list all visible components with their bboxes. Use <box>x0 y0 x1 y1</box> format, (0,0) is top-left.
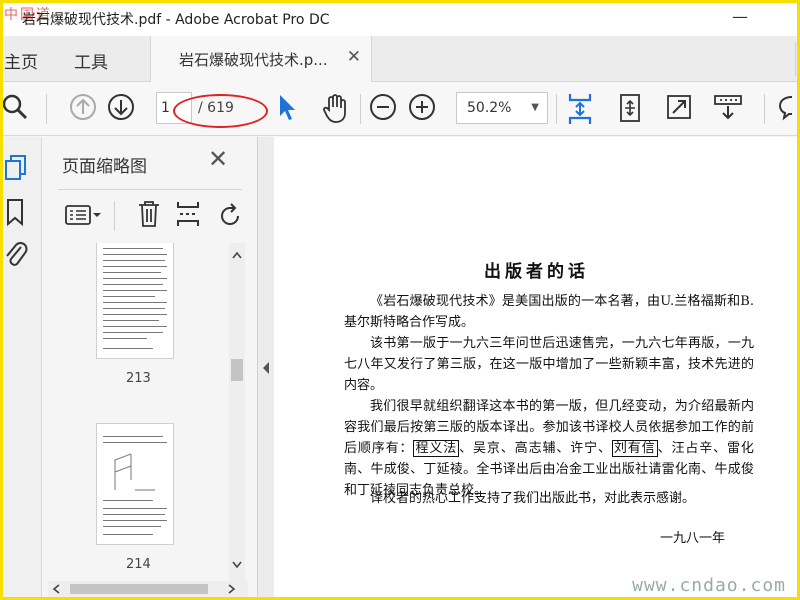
scroll-down-icon <box>232 561 242 569</box>
paragraph-text: 、吴京、高志辅、许宁、 <box>459 441 612 456</box>
page-thumbnail[interactable] <box>96 423 174 545</box>
minimize-button[interactable]: — <box>732 7 748 26</box>
zoom-select[interactable]: 50.2% ▼ <box>456 92 548 124</box>
left-rail <box>0 137 42 600</box>
comment-icon[interactable] <box>778 92 800 122</box>
read-mode-icon[interactable] <box>712 92 744 124</box>
pane-title: 页面缩略图 <box>62 157 147 177</box>
thumbnail-page-label: 213 <box>126 371 151 386</box>
select-cursor-icon[interactable] <box>276 92 298 122</box>
scroll-left-icon <box>52 584 60 594</box>
hand-tool-icon[interactable] <box>320 92 350 124</box>
zoom-out-icon[interactable] <box>369 92 397 122</box>
zoom-in-icon[interactable] <box>408 92 436 122</box>
window-title: 岩石爆破现代技术.pdf - Adobe Acrobat Pro DC <box>22 12 330 28</box>
fit-width-icon[interactable] <box>616 92 644 124</box>
pane-divider <box>58 189 242 190</box>
toolbar-separator <box>764 94 765 124</box>
collapse-pane-handle[interactable] <box>258 137 274 600</box>
toolbar: 1 / 619 50.2% ▼ <box>0 82 800 136</box>
pane-tool-separator <box>114 201 115 231</box>
paragraph: 《岩石爆破现代技术》是美国出版的一本名著，由U.兰格福斯和B.基尔斯特略合作写成… <box>344 294 754 330</box>
paragraph: 译校者的热心工作支持了我们出版此书，对此表示感谢。 <box>370 491 696 506</box>
previous-page-icon[interactable] <box>69 92 97 122</box>
tools-tab[interactable]: 工具 <box>74 48 108 73</box>
zoom-value: 50.2% <box>467 100 512 116</box>
full-screen-icon[interactable] <box>665 92 693 124</box>
paragraph: 我们很早就组织翻译这本书的第一版，但几经变动，为介绍最新内容我们最后按第三版的版… <box>344 396 754 501</box>
annotation-ellipse <box>173 94 268 128</box>
document-view[interactable]: 出版者的话 《岩石爆破现代技术》是美国出版的一本名著，由U.兰格福斯和B.基尔斯… <box>274 137 800 600</box>
tab-row: 主页 工具 岩石爆破现代技术.p... ✕ <box>0 36 800 82</box>
boxed-name: 程义法 <box>413 440 460 457</box>
scroll-up-icon <box>232 251 242 259</box>
attachment-icon[interactable] <box>3 239 29 271</box>
boxed-name: 刘有信 <box>611 440 658 457</box>
home-tab[interactable]: 主页 <box>4 48 38 73</box>
toolbar-separator <box>46 94 47 124</box>
chevron-down-icon: ▼ <box>531 102 539 113</box>
paragraph: 该书第一版于一九六三年问世后迅速售完，一九六七年再版，一九七八年又发行了第三版，… <box>344 336 754 393</box>
close-pane-icon[interactable]: ✕ <box>208 145 228 173</box>
page-thumbnails-icon[interactable] <box>3 153 29 183</box>
document-tab[interactable]: 岩石爆破现代技术.p... ✕ <box>150 36 372 82</box>
title-bar: 中国道 岩石爆破现代技术.pdf - Adobe Acrobat Pro DC … <box>0 0 800 36</box>
scroll-thumb[interactable] <box>70 584 208 594</box>
thumbnail-list: 213 214 <box>48 243 236 581</box>
options-menu-icon[interactable] <box>64 203 102 229</box>
document-tab-label: 岩石爆破现代技术.p... <box>179 51 328 69</box>
fit-page-icon[interactable] <box>566 92 594 126</box>
trash-icon[interactable] <box>136 199 162 229</box>
collapse-arrow-icon <box>263 362 269 374</box>
toolbar-separator <box>556 94 557 124</box>
bookmark-icon[interactable] <box>3 197 29 227</box>
date-line: 一九八一年 <box>660 531 726 546</box>
page-thumbnail[interactable] <box>96 243 174 359</box>
tab-divider <box>795 42 796 76</box>
thumbnails-pane: 页面缩略图 ✕ 213 214 <box>42 137 258 600</box>
thumbnail-horizontal-scrollbar[interactable] <box>48 581 248 597</box>
thumbnail-vertical-scrollbar[interactable] <box>229 243 245 581</box>
thumbnail-page-label: 214 <box>126 557 151 572</box>
close-tab-icon[interactable]: ✕ <box>347 47 361 67</box>
toolbar-separator <box>360 94 361 124</box>
scroll-thumb[interactable] <box>231 359 243 381</box>
pane-toolbar <box>42 193 258 239</box>
scroll-right-icon <box>228 584 236 594</box>
next-page-icon[interactable] <box>107 92 135 122</box>
insert-page-icon[interactable] <box>174 199 202 229</box>
search-icon[interactable] <box>2 92 30 122</box>
site-watermark: www.cndao.com <box>632 575 786 596</box>
document-heading: 出版者的话 <box>484 262 589 282</box>
rotate-icon[interactable] <box>218 199 242 229</box>
